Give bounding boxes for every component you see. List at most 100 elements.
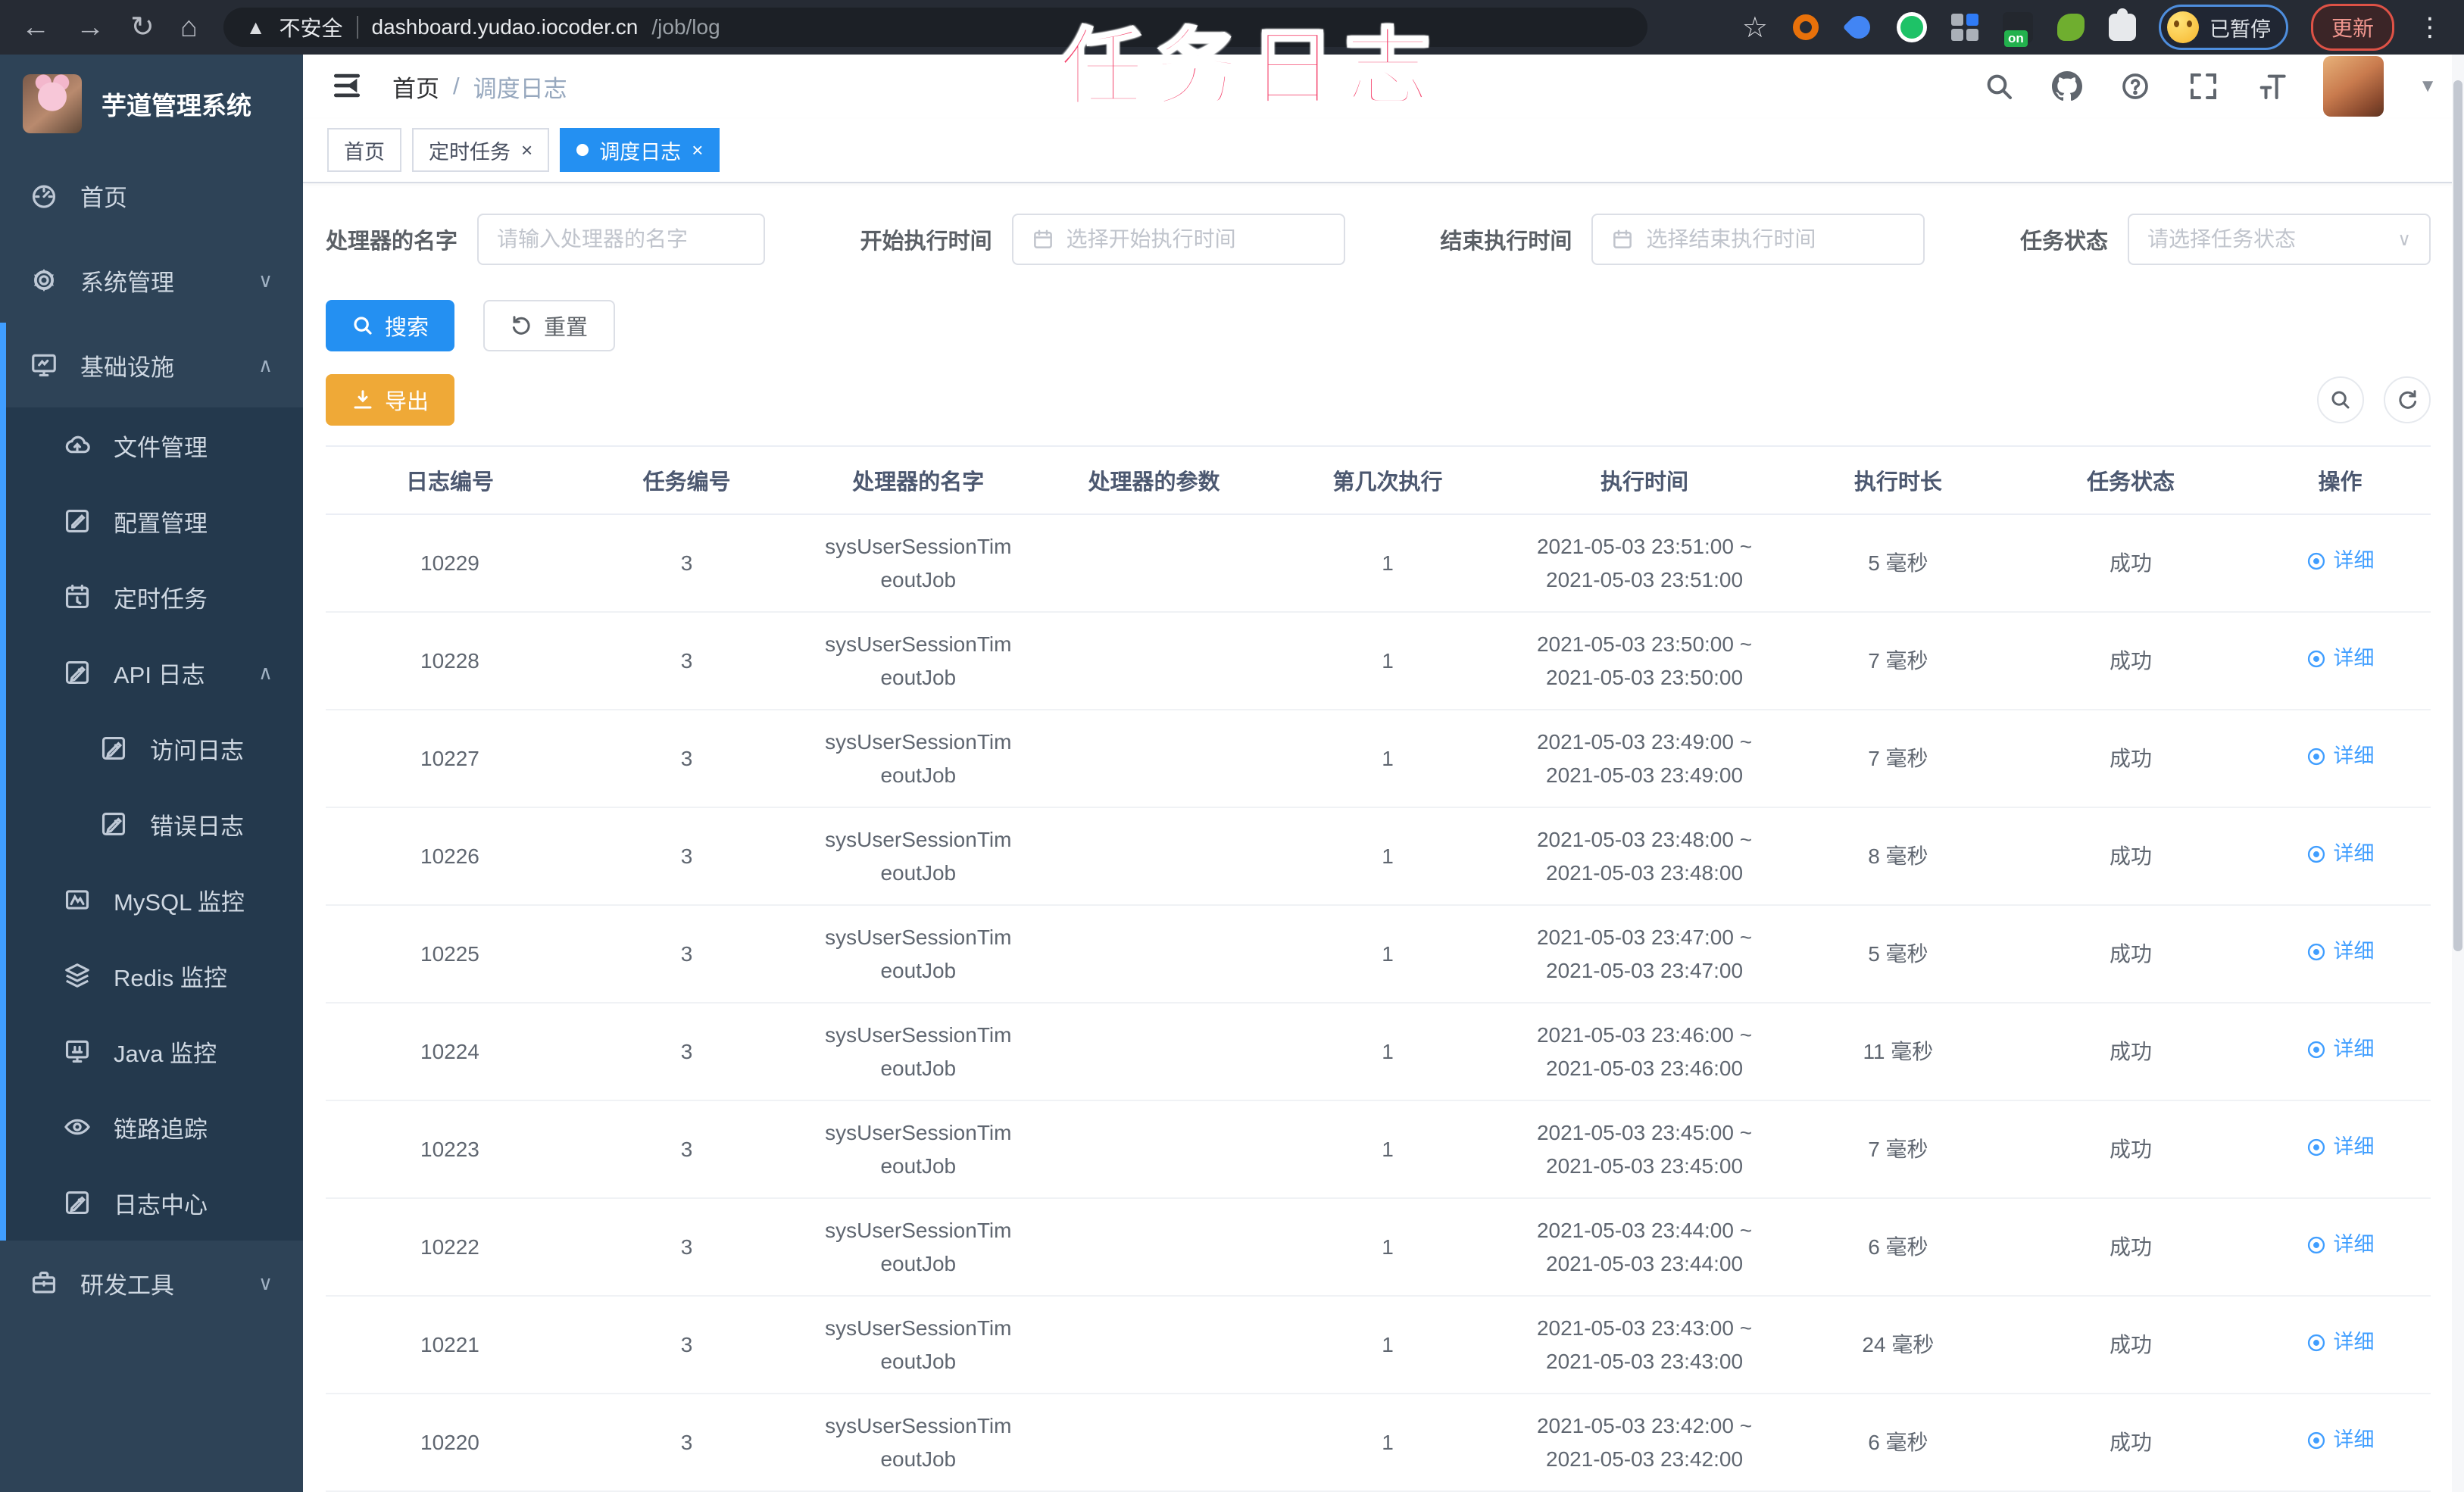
toolbox-icon [29,1268,59,1298]
action-cell: 详细 [2249,1100,2431,1199]
scrollbar-thumb[interactable] [2453,80,2462,951]
cloud-upload-icon [62,430,92,460]
detail-link[interactable]: 详细 [2306,741,2374,773]
sidebar-item-文件管理[interactable]: 文件管理 [6,407,303,483]
extensions-puzzle-icon[interactable] [2108,8,2136,41]
detail-link[interactable]: 详细 [2306,545,2374,577]
forward-icon[interactable]: → [76,13,105,42]
breadcrumb-home[interactable]: 首页 [392,70,439,104]
java-icon [62,1036,92,1066]
duration-cell: 11 毫秒 [1784,1003,2012,1101]
extension-green-icon[interactable] [1896,12,1927,42]
github-icon[interactable] [2050,70,2084,103]
column-header: 处理器的名字 [799,445,1038,515]
back-icon[interactable]: ← [21,13,50,42]
sidebar-item-label: 定时任务 [114,585,208,613]
job-id-cell: 3 [573,905,800,1004]
action-cell: 详细 [2249,1296,2431,1394]
help-icon[interactable] [2119,70,2152,103]
filter-input[interactable] [497,227,746,251]
status-cell: 成功 [2011,1100,2250,1199]
count-cell: 1 [1270,612,1505,710]
extension-drop-icon[interactable] [1842,11,1875,44]
tab-首页[interactable]: 首页 [327,128,401,173]
close-icon[interactable]: × [521,140,532,160]
export-button-label: 导出 [385,390,429,414]
status-cell: 成功 [2011,905,2250,1004]
sidebar-item-label: 错误日志 [150,813,244,840]
sidebar-item-研发工具[interactable]: 研发工具 ∨ [0,1241,303,1325]
tab-定时任务[interactable]: 定时任务 × [412,128,550,173]
column-header: 处理器的参数 [1037,445,1271,515]
column-header: 任务编号 [573,445,800,515]
filter-input[interactable] [1066,227,1326,251]
detail-link[interactable]: 详细 [2306,1425,2374,1456]
chevron-down-icon[interactable]: ▼ [2419,76,2437,97]
sidebar-item-Redis 监控[interactable]: Redis 监控 [6,938,303,1013]
sidebar-item-Java 监控[interactable]: Java 监控 [6,1013,303,1089]
font-size-icon[interactable] [2255,70,2288,103]
table-row: 10225 3 sysUserSessionTim eoutJob 1 2021-05-0… [326,905,2431,1004]
log-id-cell: 10228 [326,612,574,710]
detail-link[interactable]: 详细 [2306,643,2374,675]
detail-link[interactable]: 详细 [2306,1131,2374,1163]
hamburger-icon[interactable] [330,69,365,104]
sidebar-item-API 日志[interactable]: API 日志 ∧ [6,635,303,710]
filter-input[interactable] [1646,227,1906,251]
export-button[interactable]: 导出 [326,374,455,426]
sidebar-item-日志中心[interactable]: 日志中心 [6,1165,303,1241]
sidebar-item-label: MySQL 监控 [114,888,245,916]
reset-button[interactable]: 重置 [483,300,616,351]
page-scrollbar[interactable] [2452,55,2464,1492]
detail-link[interactable]: 详细 [2306,1229,2374,1261]
sidebar-item-配置管理[interactable]: 配置管理 [6,483,303,559]
search-icon[interactable] [1982,70,2016,103]
extensions-zone: ☆ on 已暂停 更新 ⋮ [1742,4,2443,51]
search-button[interactable]: 搜索 [326,300,455,351]
close-icon[interactable]: × [692,140,703,160]
filter-form: 处理器的名字 开始执行时间 结束执行时间 任务状态 ∨ [326,214,2431,265]
sidebar-item-定时任务[interactable]: 定时任务 [6,559,303,635]
profile-paused-badge[interactable]: 已暂停 [2158,5,2288,50]
app-logo-row[interactable]: 芋道管理系统 [0,55,303,153]
detail-link[interactable]: 详细 [2306,838,2374,870]
refresh-table-button[interactable] [2384,376,2431,423]
sidebar-item-链路追踪[interactable]: 链路追踪 [6,1089,303,1165]
sidebar-item-基础设施[interactable]: 基础设施 ∧ [6,323,303,407]
log-id-cell: 10224 [326,1003,574,1101]
input-开始执行时间[interactable] [1011,214,1345,265]
sidebar-item-label: 链路追踪 [114,1116,208,1143]
sidebar-item-访问日志[interactable]: 访问日志 [6,710,303,786]
home-icon[interactable]: ⌂ [180,13,198,42]
table-toolbar: 导出 [326,374,2431,426]
sidebar-item-错误日志[interactable]: 错误日志 [6,786,303,862]
detail-link[interactable]: 详细 [2306,1034,2374,1066]
sidebar-item-MySQL 监控[interactable]: MySQL 监控 [6,862,303,938]
time-cell: 2021-05-03 23:49:00 ~2021-05-03 23:49:00 [1504,710,1785,808]
extension-donut-icon[interactable] [1791,12,1821,42]
select-任务状态[interactable]: ∨ [2127,214,2431,265]
submenu: 访问日志错误日志 [6,710,303,862]
toggle-search-button[interactable] [2317,376,2364,423]
input-结束执行时间[interactable] [1591,214,1925,265]
browser-menu-icon[interactable]: ⋮ [2417,12,2443,42]
sidebar-item-首页[interactable]: 首页 [0,153,303,238]
fullscreen-icon[interactable] [2187,70,2220,103]
browser-update-button[interactable]: 更新 [2310,4,2394,51]
detail-link[interactable]: 详细 [2306,936,2374,968]
extension-grid-icon[interactable] [1950,12,1980,42]
address-bar[interactable]: ▲ 不安全 dashboard.yudao.iocoder.cn/job/log [223,8,1647,47]
detail-link[interactable]: 详细 [2306,1327,2374,1359]
job-id-cell: 3 [573,710,800,808]
user-avatar[interactable] [2323,56,2384,117]
redis-icon [62,960,92,991]
filter-input[interactable] [2147,227,2386,251]
reload-icon[interactable]: ↻ [130,13,155,42]
extension-on-icon[interactable]: on [2002,12,2033,47]
extension-leaf-icon[interactable] [2056,12,2086,42]
bookmark-star-icon[interactable]: ☆ [1742,11,1768,45]
sidebar-item-系统管理[interactable]: 系统管理 ∨ [0,238,303,323]
detail-link-label: 详细 [2333,1428,2375,1451]
input-处理器的名字[interactable] [477,214,766,265]
tab-调度日志[interactable]: 调度日志 × [560,128,720,173]
